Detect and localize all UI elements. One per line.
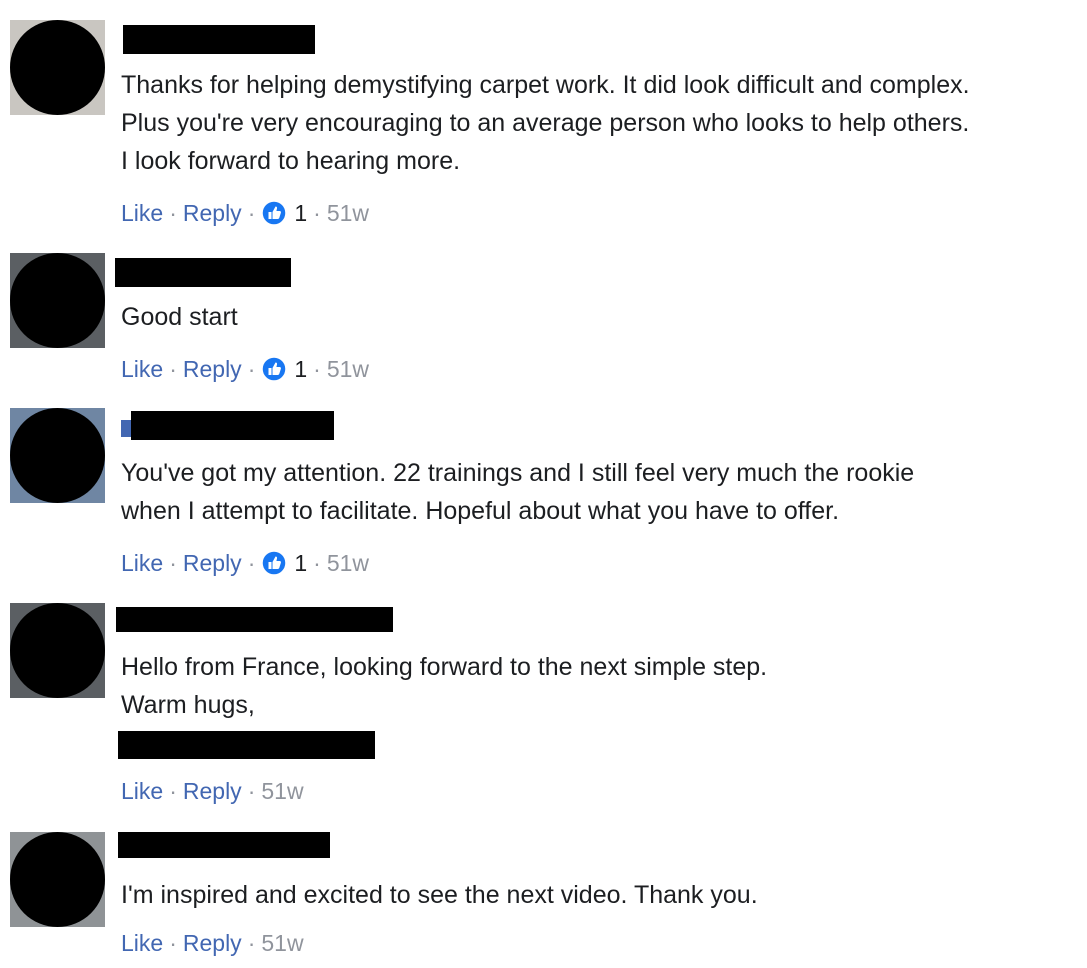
separator: · (169, 929, 177, 956)
like-link[interactable]: Like (121, 200, 163, 227)
thumbs-up-icon[interactable] (261, 550, 288, 576)
separator: · (169, 355, 177, 382)
avatar-redaction (10, 408, 105, 503)
separator: · (169, 199, 177, 226)
separator: · (313, 355, 321, 382)
separator: · (169, 777, 177, 804)
avatar[interactable] (10, 253, 105, 348)
timestamp[interactable]: 51w (327, 200, 369, 227)
comment-text: Hello from France, looking forward to th… (121, 653, 768, 719)
separator: · (247, 929, 256, 956)
separator: · (313, 199, 321, 226)
like-link[interactable]: Like (121, 550, 163, 577)
avatar-redaction (10, 603, 105, 698)
comment-actions: Like · Reply · 51w (121, 776, 304, 806)
reply-link[interactable]: Reply (183, 356, 242, 383)
timestamp[interactable]: 51w (327, 356, 369, 383)
like-link[interactable]: Like (121, 930, 163, 957)
reaction-count[interactable]: 1 (294, 356, 307, 383)
reaction-count[interactable]: 1 (294, 200, 307, 227)
thumbs-up-icon[interactable] (261, 356, 288, 382)
redacted-signature (118, 731, 375, 759)
timestamp[interactable]: 51w (261, 930, 303, 957)
comment-actions: Like · Reply · 1 · 51w (121, 198, 369, 228)
avatar-redaction (10, 20, 105, 115)
thumbs-up-icon[interactable] (261, 200, 288, 226)
avatar[interactable] (10, 408, 105, 503)
redacted-author-name[interactable] (131, 411, 334, 440)
separator: · (247, 355, 256, 382)
reply-link[interactable]: Reply (183, 778, 242, 805)
timestamp[interactable]: 51w (261, 778, 303, 805)
comment-actions: Like · Reply · 51w (121, 928, 304, 958)
reaction-count[interactable]: 1 (294, 550, 307, 577)
reply-link[interactable]: Reply (183, 930, 242, 957)
redacted-author-name[interactable] (118, 832, 330, 858)
reply-link[interactable]: Reply (183, 550, 242, 577)
reply-link[interactable]: Reply (183, 200, 242, 227)
like-link[interactable]: Like (121, 356, 163, 383)
comment-text: Thanks for helping demystifying carpet w… (121, 71, 970, 175)
avatar-redaction (10, 832, 105, 927)
timestamp[interactable]: 51w (327, 550, 369, 577)
redacted-author-name[interactable] (123, 25, 315, 54)
avatar[interactable] (10, 20, 105, 115)
avatar[interactable] (10, 603, 105, 698)
avatar[interactable] (10, 832, 105, 927)
comment-text: Good start (121, 303, 238, 331)
separator: · (247, 549, 256, 576)
redacted-author-name[interactable] (116, 607, 393, 632)
redacted-author-name[interactable] (115, 258, 291, 287)
comment-text: I'm inspired and excited to see the next… (121, 881, 758, 909)
separator: · (247, 777, 256, 804)
separator: · (313, 549, 321, 576)
comment-actions: Like · Reply · 1 · 51w (121, 354, 369, 384)
separator: · (247, 199, 256, 226)
author-name-fragment (121, 420, 131, 437)
like-link[interactable]: Like (121, 778, 163, 805)
comment-text: You've got my attention. 22 trainings an… (121, 459, 915, 525)
comment-actions: Like · Reply · 1 · 51w (121, 548, 369, 578)
separator: · (169, 549, 177, 576)
avatar-redaction (10, 253, 105, 348)
